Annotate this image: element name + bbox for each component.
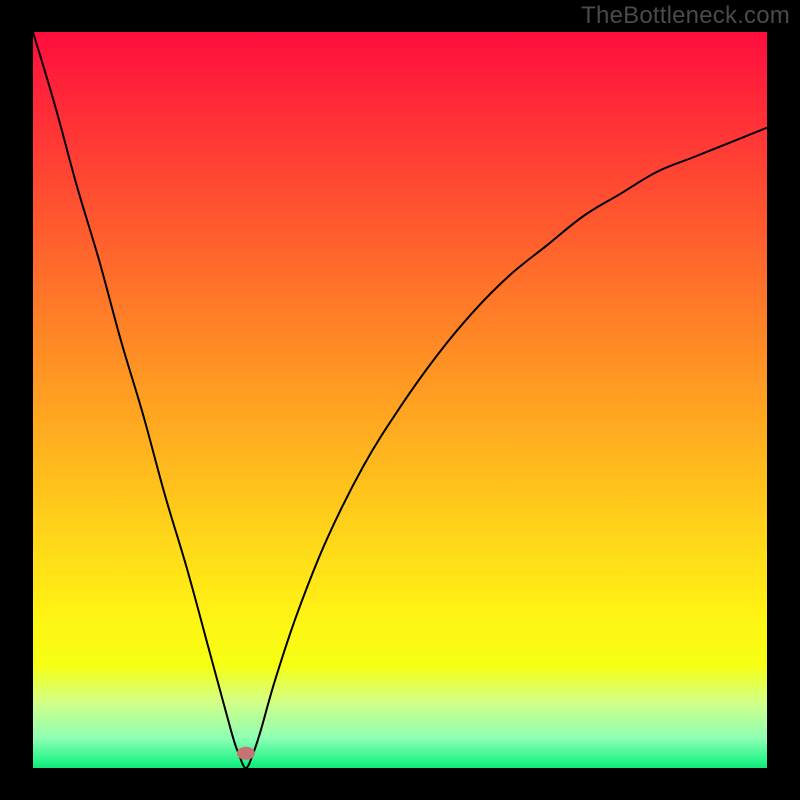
chart-root: TheBottleneck.com: [0, 0, 800, 800]
watermark-text: TheBottleneck.com: [581, 2, 790, 30]
chart-background: [33, 32, 767, 768]
chart-canvas: [0, 0, 800, 800]
minimum-marker: [237, 747, 255, 760]
